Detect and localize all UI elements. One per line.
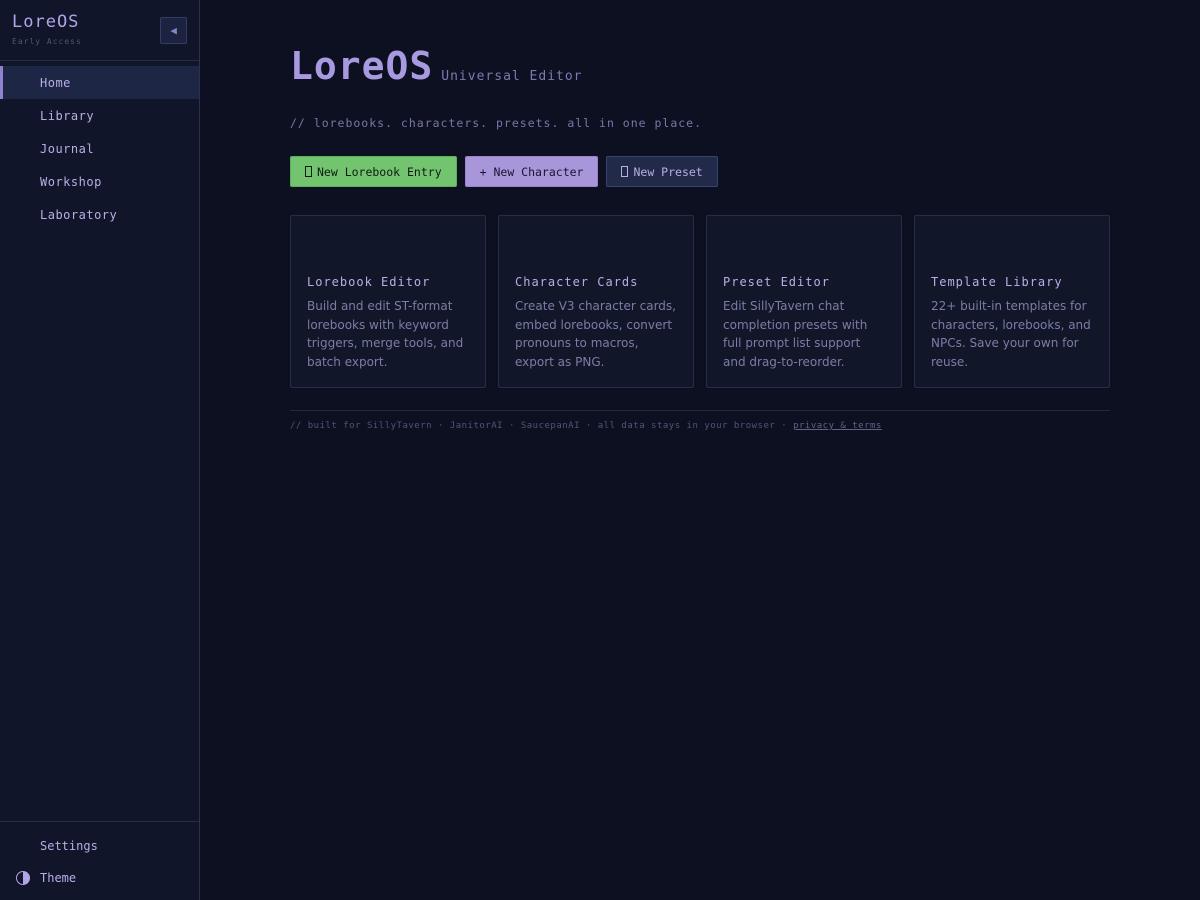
action-buttons: New Lorebook Entry + New Character New P… (290, 156, 726, 187)
new-preset-button[interactable]: New Preset (606, 156, 718, 187)
card-template-library[interactable]: Template Library 22+ built-in templates … (914, 215, 1110, 388)
card-description: Build and edit ST-format lorebooks with … (307, 299, 464, 369)
sidebar-divider (0, 60, 199, 61)
tagline: // lorebooks. characters. presets. all i… (290, 116, 703, 130)
feature-cards: Lorebook Editor Build and edit ST-format… (290, 215, 1110, 388)
card-title: Template Library (931, 275, 1063, 289)
collapse-sidebar-button[interactable]: ◀ (160, 17, 187, 44)
settings-button[interactable]: Settings (0, 830, 199, 862)
privacy-terms-link[interactable]: privacy & terms (793, 421, 882, 431)
card-description: Create V3 character cards, embed loreboo… (515, 299, 676, 369)
sidebar-item-laboratory[interactable]: Laboratory (0, 198, 199, 231)
new-character-button[interactable]: + New Character (464, 156, 599, 187)
footer-text: // built for SillyTavern · JanitorAI · S… (290, 421, 788, 431)
sidebar-bottom: Settings Theme (0, 821, 199, 894)
footer: // built for SillyTavern · JanitorAI · S… (290, 421, 882, 431)
sidebar-item-workshop[interactable]: Workshop (0, 165, 199, 198)
theme-toggle[interactable]: Theme (0, 862, 199, 894)
card-preset-editor[interactable]: Preset Editor Edit SillyTavern chat comp… (706, 215, 902, 388)
sidebar-item-home[interactable]: Home (0, 66, 199, 99)
card-description: Edit SillyTavern chat completion presets… (723, 299, 868, 369)
footer-divider (290, 410, 1110, 411)
new-character-label: + New Character (479, 164, 584, 179)
card-character-cards[interactable]: Character Cards Create V3 character card… (498, 215, 694, 388)
brand: LoreOS Early Access (12, 12, 82, 46)
new-preset-label: New Preset (633, 164, 703, 179)
new-lorebook-entry-button[interactable]: New Lorebook Entry (290, 156, 457, 187)
sidebar-item-library[interactable]: Library (0, 99, 199, 132)
settings-label: Settings (40, 839, 98, 853)
book-icon (305, 166, 312, 177)
card-title: Lorebook Editor (307, 275, 431, 289)
card-title: Preset Editor (723, 275, 830, 289)
card-description: 22+ built-in templates for characters, l… (931, 299, 1091, 369)
new-lorebook-label: New Lorebook Entry (317, 164, 442, 179)
theme-label: Theme (40, 871, 77, 885)
page-title: LoreOS (290, 44, 434, 88)
triangle-left-icon: ◀ (170, 24, 177, 37)
half-circle-icon (16, 871, 30, 885)
brand-title: LoreOS (12, 12, 80, 32)
sidebar: LoreOS Early Access ◀ Home Library Journ… (0, 0, 200, 900)
brand-subtitle: Early Access (12, 37, 82, 46)
page-subtitle: Universal Editor (441, 69, 583, 84)
sidebar-item-journal[interactable]: Journal (0, 132, 199, 165)
sidebar-nav: Home Library Journal Workshop Laboratory (0, 66, 199, 231)
preset-icon (621, 166, 629, 177)
card-lorebook-editor[interactable]: Lorebook Editor Build and edit ST-format… (290, 215, 486, 388)
hero: LoreOS Universal Editor (290, 46, 583, 86)
card-title: Character Cards (515, 275, 639, 289)
